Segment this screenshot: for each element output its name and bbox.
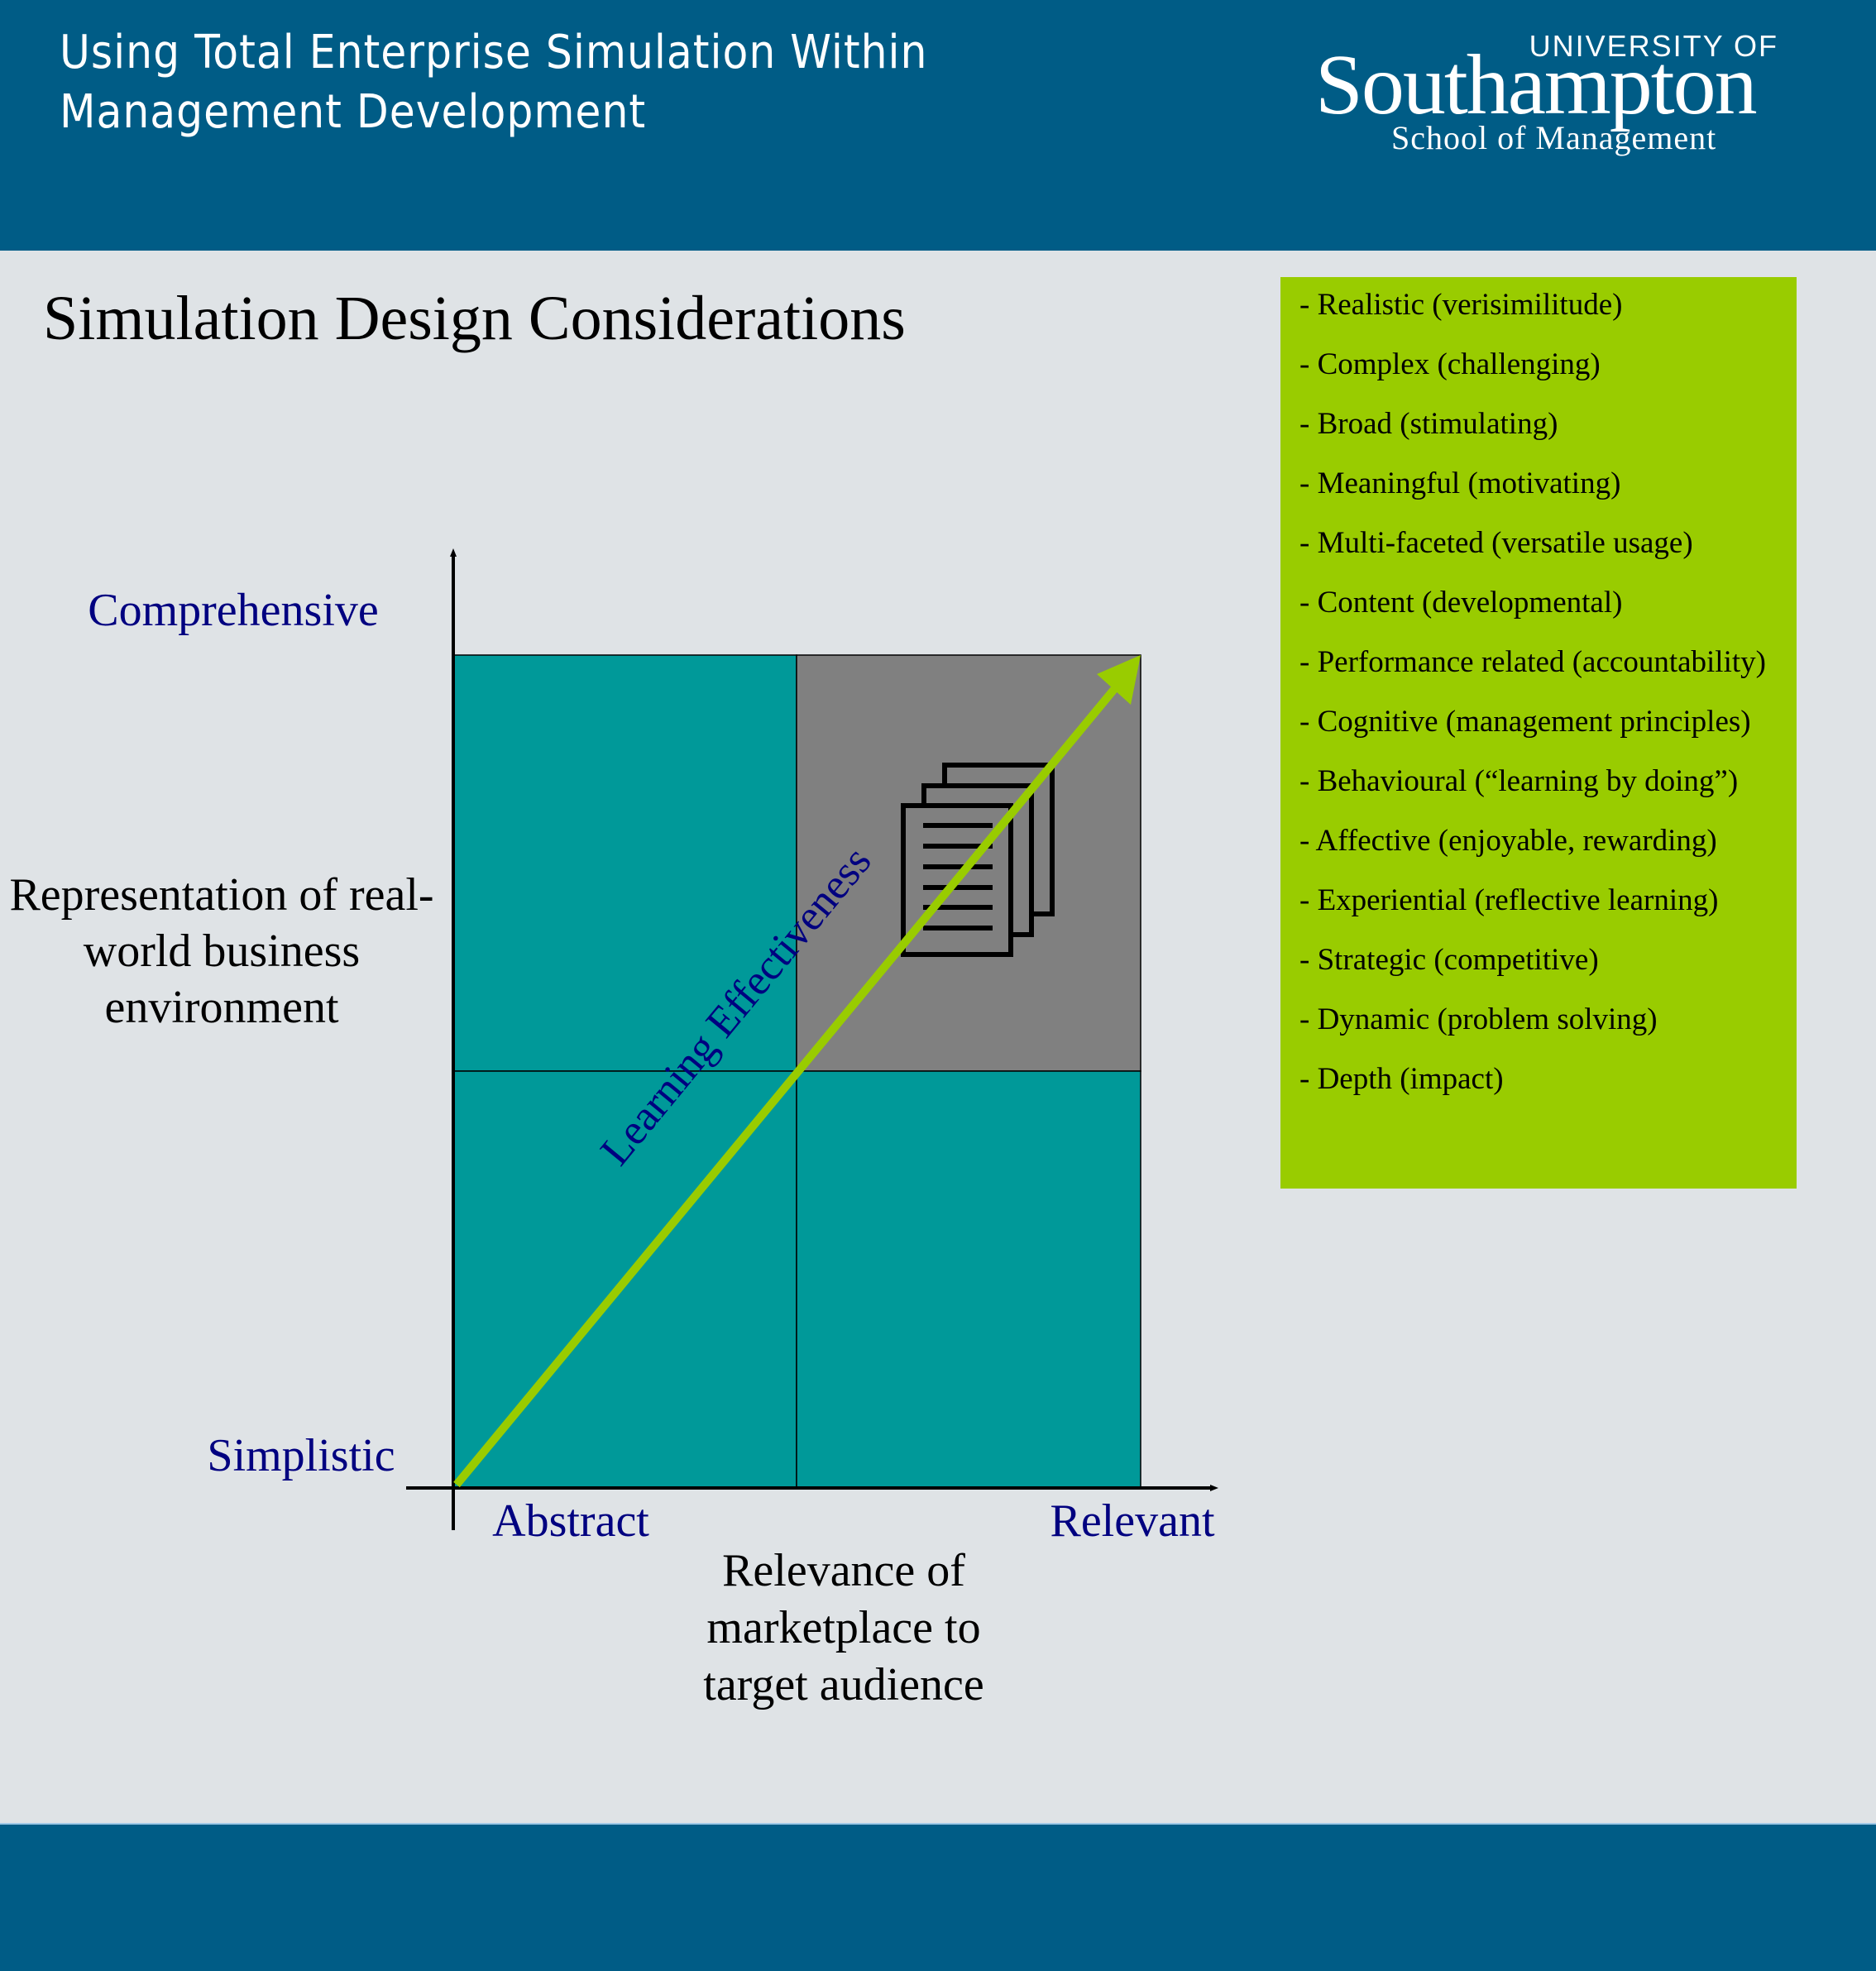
consideration-item: - Broad (stimulating): [1299, 407, 1558, 441]
consideration-item: - Affective (enjoyable, rewarding): [1299, 824, 1717, 858]
consideration-item: - Content (developmental): [1299, 586, 1623, 620]
considerations-list: - Realistic (verisimilitude) - Complex (c…: [1299, 285, 1780, 1099]
y-axis-title: Representation of real- world business e…: [9, 869, 433, 1033]
consideration-item: - Experiential (reflective learning): [1299, 883, 1719, 917]
x-axis-title-line: marketplace to: [706, 1602, 980, 1653]
footer-banner: [0, 1823, 1876, 1971]
y-axis-title-line: environment: [104, 982, 338, 1033]
y-axis-low-label: Simplistic: [207, 1430, 395, 1481]
y-axis-title-line: world business: [84, 926, 360, 977]
consideration-item: - Strategic (competitive): [1299, 943, 1599, 977]
consideration-item: - Cognitive (management principles): [1299, 705, 1751, 739]
consideration-item: - Meaningful (motivating): [1299, 466, 1621, 500]
x-axis-high-label: Relevant: [1050, 1495, 1214, 1547]
x-axis-title: Relevance of marketplace to target audie…: [703, 1545, 983, 1710]
consideration-item: - Behavioural (“learning by doing”): [1299, 764, 1739, 798]
consideration-item: - Dynamic (problem solving): [1299, 1002, 1658, 1036]
x-axis-title-line: target audience: [703, 1659, 983, 1710]
consideration-item: - Complex (challenging): [1299, 347, 1601, 381]
quadrant-bottom-right: [796, 1070, 1141, 1489]
x-axis-title-line: Relevance of: [722, 1545, 965, 1596]
y-axis-title-line: Representation of real-: [9, 869, 433, 921]
consideration-item: - Multi-faceted (versatile usage): [1299, 526, 1693, 560]
consideration-item: - Performance related (accountability): [1299, 645, 1766, 679]
consideration-item: - Realistic (verisimilitude): [1299, 288, 1623, 322]
design-considerations-panel: - Realistic (verisimilitude) - Complex (c…: [1280, 277, 1797, 1189]
y-axis-high-label: Comprehensive: [88, 585, 378, 636]
x-axis-low-label: Abstract: [492, 1495, 649, 1547]
consideration-item: - Depth (impact): [1299, 1062, 1504, 1096]
